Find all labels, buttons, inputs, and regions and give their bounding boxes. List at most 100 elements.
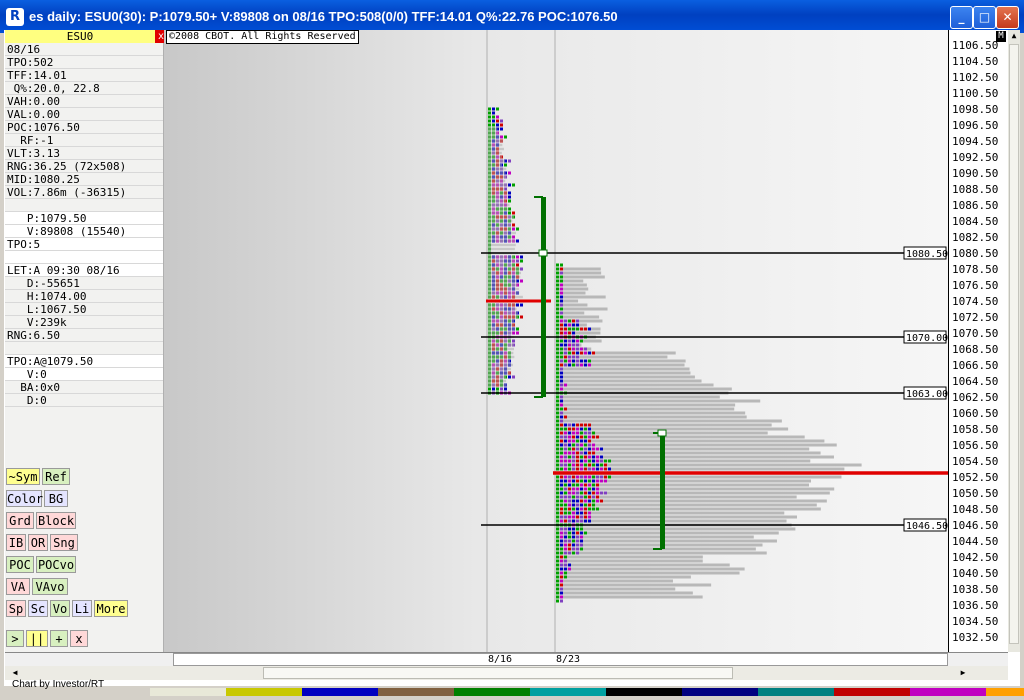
volume-bar	[558, 527, 796, 531]
tpo-block	[580, 503, 583, 507]
tpo-block	[600, 479, 603, 483]
tpo-block	[576, 447, 579, 451]
tpo-block	[568, 487, 571, 491]
tpo-block	[516, 303, 519, 307]
volume-bar	[488, 167, 507, 171]
tpo-block	[572, 547, 575, 551]
tpo-block	[568, 331, 571, 335]
tpo-block	[568, 499, 571, 503]
price-tick-label: 1092.50	[952, 151, 999, 164]
tpo-block	[592, 499, 595, 503]
tpo-block	[588, 495, 591, 499]
tpo-block	[596, 487, 599, 491]
tpo-block	[560, 535, 563, 539]
tpo-block	[584, 439, 587, 443]
tpo-block	[588, 483, 591, 487]
volume-bar	[558, 307, 608, 311]
tpo-block	[560, 595, 563, 599]
price-tick-label: 1102.50	[952, 71, 999, 84]
tpo-block	[488, 123, 491, 127]
tpo-block	[572, 499, 575, 503]
color-swatch	[986, 688, 1024, 696]
tpo-block	[560, 307, 563, 311]
volume-bar	[488, 223, 511, 227]
tpo-block	[576, 463, 579, 467]
tpo-block	[512, 375, 515, 379]
reference-level-label: 1046.50	[906, 521, 948, 532]
tpo-block	[576, 507, 579, 511]
volume-bar	[488, 247, 515, 251]
tpo-block	[588, 431, 591, 435]
tpo-block	[592, 459, 595, 463]
tpo-block	[520, 303, 523, 307]
tpo-block	[568, 327, 571, 331]
tpo-block	[560, 363, 563, 367]
tpo-block	[564, 491, 567, 495]
tpo-block	[560, 319, 563, 323]
tpo-block	[556, 339, 559, 343]
tpo-block	[576, 531, 579, 535]
tpo-block	[560, 531, 563, 535]
volume-bar	[488, 127, 498, 131]
tpo-block	[564, 439, 567, 443]
tpo-block	[568, 547, 571, 551]
volume-bar	[558, 555, 703, 559]
tpo-block	[556, 583, 559, 587]
tpo-block	[568, 439, 571, 443]
tpo-block	[508, 375, 511, 379]
scroll-right-arrow-icon[interactable]: ▶	[957, 666, 969, 680]
tpo-block	[596, 463, 599, 467]
tpo-block	[572, 331, 575, 335]
tpo-block	[564, 363, 567, 367]
tpo-block	[596, 495, 599, 499]
tpo-block	[580, 491, 583, 495]
scroll-thumb[interactable]	[1009, 44, 1019, 644]
tpo-block	[560, 411, 563, 415]
tpo-block	[568, 347, 571, 351]
tpo-block	[580, 515, 583, 519]
price-tick-label: 1036.50	[952, 599, 999, 612]
tpo-block	[568, 495, 571, 499]
tpo-block	[588, 363, 591, 367]
market-profile-chart[interactable]: 1080.50 1070.00 1063.00 1046.50	[0, 0, 1024, 693]
scroll-up-arrow-icon[interactable]: ▲	[1008, 30, 1020, 42]
horizontal-scrollbar[interactable]: ◀ ▶	[5, 666, 1008, 680]
tpo-block	[564, 475, 567, 479]
volume-bar	[558, 563, 730, 567]
tpo-block	[560, 551, 563, 555]
tpo-block	[564, 435, 567, 439]
volume-bar	[488, 279, 517, 283]
tpo-block	[508, 159, 511, 163]
tpo-block	[568, 467, 571, 471]
volume-bar	[488, 235, 513, 239]
price-tick-label: 1104.50	[952, 55, 999, 68]
tpo-block	[588, 475, 591, 479]
horizontal-scroll-thumb[interactable]	[263, 667, 733, 679]
tpo-block	[556, 303, 559, 307]
tpo-block	[576, 323, 579, 327]
tpo-block	[580, 363, 583, 367]
tpo-block	[556, 467, 559, 471]
tpo-block	[560, 587, 563, 591]
tpo-block	[584, 443, 587, 447]
volume-bar	[488, 191, 508, 195]
scroll-left-arrow-icon[interactable]: ◀	[9, 666, 21, 680]
volume-bar	[488, 339, 512, 343]
price-tick-label: 1080.50	[952, 247, 999, 260]
tpo-block	[564, 519, 567, 523]
tpo-block	[516, 259, 519, 263]
tpo-block	[560, 375, 563, 379]
tpo-block	[588, 359, 591, 363]
tpo-block	[580, 539, 583, 543]
vertical-scrollbar[interactable]: ▲	[1008, 30, 1020, 652]
tpo-block	[572, 455, 575, 459]
tpo-block	[576, 455, 579, 459]
tpo-block	[568, 435, 571, 439]
volume-bar	[558, 551, 767, 555]
volume-bar	[558, 435, 805, 439]
tpo-block	[564, 467, 567, 471]
tpo-block	[556, 323, 559, 327]
tpo-block	[580, 531, 583, 535]
axis-mode-button[interactable]: M	[996, 31, 1006, 42]
tpo-block	[556, 567, 559, 571]
